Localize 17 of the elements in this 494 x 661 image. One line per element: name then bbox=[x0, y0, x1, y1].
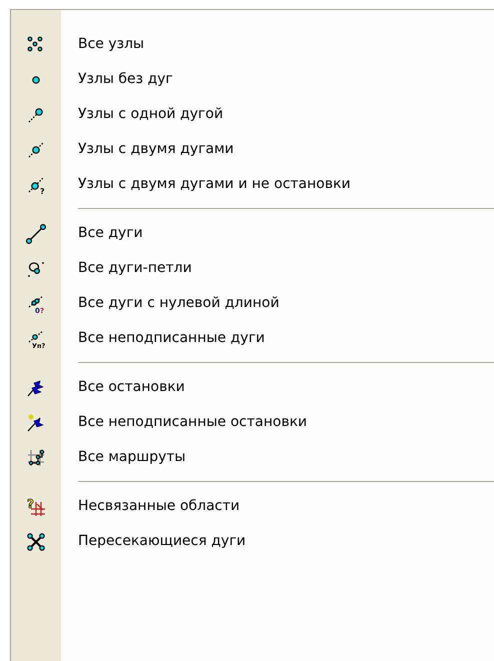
menu-item[interactable]: Узлы с двумя дугами bbox=[11, 132, 494, 167]
grid-route-icon bbox=[26, 448, 46, 468]
menu-item[interactable]: ? Узлы с двумя дугами и не остановки bbox=[11, 167, 494, 202]
menu-item[interactable]: Пересекающиеся дуги bbox=[11, 524, 494, 559]
menu-item[interactable]: Все дуги-петли bbox=[11, 251, 494, 286]
menu-item[interactable]: Все остановки bbox=[11, 370, 494, 405]
flag-icon bbox=[26, 412, 46, 432]
menu-item[interactable]: Все узлы bbox=[11, 27, 494, 62]
menu-item[interactable]: ? Несвязанные области bbox=[11, 489, 494, 524]
menu-item[interactable]: Узлы с одной дугой bbox=[11, 97, 494, 132]
menu-item[interactable]: Все дуги bbox=[11, 216, 494, 251]
menu-item[interactable]: Узлы без дуг bbox=[11, 62, 494, 97]
menu-item[interactable]: Все неподписанные остановки bbox=[11, 405, 494, 440]
crossing-lines-icon bbox=[26, 532, 46, 552]
flags-icon bbox=[26, 378, 46, 398]
menu-item[interactable]: Все маршруты bbox=[11, 440, 494, 475]
line-segment-icon bbox=[26, 224, 46, 244]
